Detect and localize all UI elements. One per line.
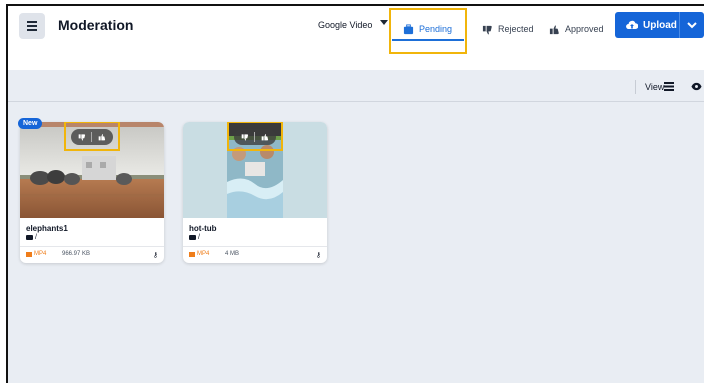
thumbs-down-icon [482, 25, 492, 34]
card-title: hot-tub [189, 224, 217, 233]
source-dropdown[interactable]: Google Video [318, 20, 372, 30]
highlight-box-pending-tab [389, 8, 467, 54]
card-folder: / [26, 234, 37, 241]
tab-approved-label: Approved [565, 24, 604, 34]
tab-approved[interactable]: Approved [549, 17, 604, 41]
app-frame: Moderation Google Video Pending Rejected… [6, 4, 704, 383]
chevron-down-icon[interactable] [380, 20, 388, 25]
file-size: 966.97 KB [62, 251, 91, 257]
thumbs-up-icon [549, 25, 559, 34]
toolbar-divider [635, 80, 636, 94]
new-badge: New [18, 118, 43, 129]
folder-icon [26, 235, 33, 240]
menu-icon[interactable] [19, 13, 45, 39]
card-footer: MP4 4 MB ⚷ [183, 246, 327, 263]
file-size: 4 MB [225, 251, 240, 257]
upload-button[interactable]: Upload [615, 12, 704, 38]
card-footer: MP4 966.97 KB ⚷ [20, 246, 164, 263]
video-file-icon [26, 251, 32, 257]
format-badge: MP4 [189, 251, 209, 257]
key-icon[interactable]: ⚷ [316, 251, 321, 259]
top-bar: Moderation Google Video Pending Rejected… [8, 6, 704, 70]
cloud-upload-icon [626, 20, 638, 29]
format-badge: MP4 [26, 251, 46, 257]
view-label[interactable]: View [645, 82, 664, 92]
media-card-elephants1[interactable]: elephants1 / MP4 966.97 KB ⚷ [20, 122, 164, 263]
key-icon[interactable]: ⚷ [153, 251, 158, 259]
tab-rejected-label: Rejected [498, 24, 534, 34]
toolbar: View [8, 70, 704, 102]
upload-options-chevron-icon[interactable] [680, 21, 704, 29]
video-file-icon [189, 251, 195, 257]
page-title: Moderation [58, 17, 134, 33]
card-title: elephants1 [26, 224, 68, 233]
media-card-hot-tub[interactable]: hot-tub / MP4 4 MB ⚷ [183, 122, 327, 263]
highlight-box-vote [227, 122, 283, 151]
highlight-box-vote [64, 122, 120, 151]
eye-icon[interactable] [691, 82, 702, 91]
tab-rejected[interactable]: Rejected [482, 17, 534, 41]
upload-label: Upload [643, 19, 677, 31]
card-folder: / [189, 234, 200, 241]
list-view-icon[interactable] [664, 82, 674, 91]
folder-icon [189, 235, 196, 240]
